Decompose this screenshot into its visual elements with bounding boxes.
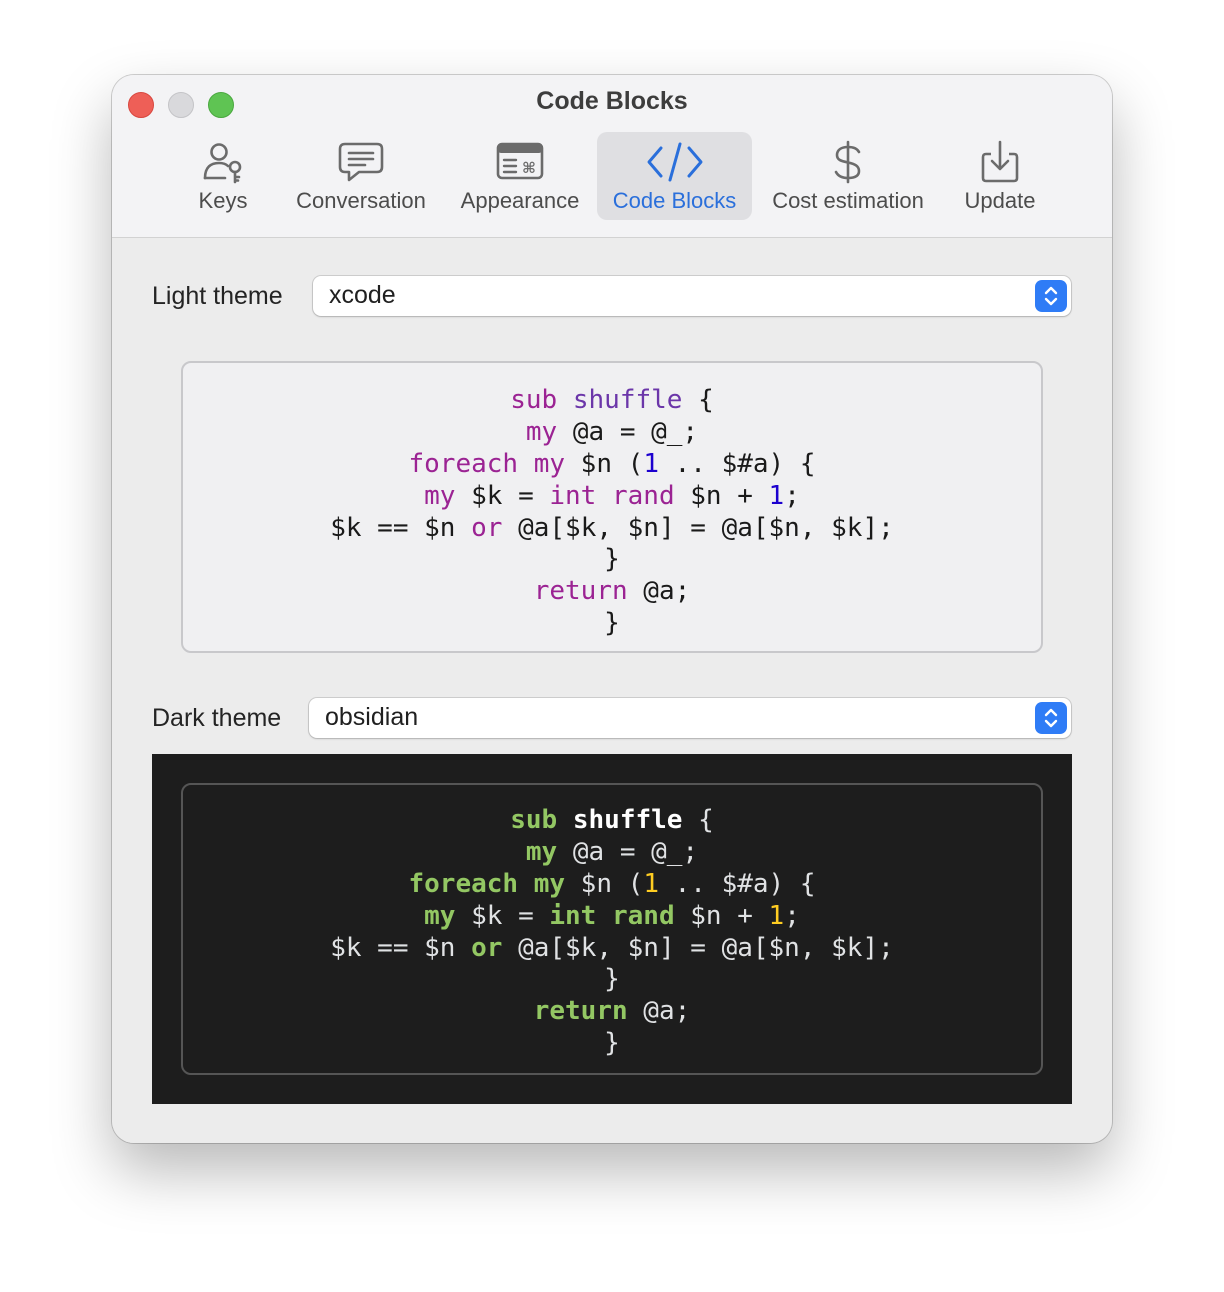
window-command-icon: ⌘ [496, 142, 544, 180]
title-bar: Code Blocks Keys Conversation ⌘ Appearan… [112, 75, 1112, 238]
tab-appearance-label: Appearance [460, 188, 580, 213]
dark-code-preview: sub shuffle { my @a = @_; foreach my $n … [181, 783, 1043, 1075]
download-tray-icon [981, 140, 1019, 183]
code-brackets-icon [647, 142, 702, 182]
dark-theme-popup[interactable]: obsidian [309, 698, 1071, 738]
tab-update-label: Update [964, 188, 1036, 213]
code-line: sub shuffle { [510, 385, 714, 415]
tab-code-blocks-label: Code Blocks [612, 188, 737, 213]
code-line: } [604, 608, 620, 638]
code-line: return @a; [533, 996, 691, 1026]
tab-keys[interactable]: Keys [188, 132, 258, 220]
dark-theme-label: Dark theme [152, 704, 282, 732]
tab-cost-estimation-label: Cost estimation [772, 188, 924, 213]
speech-bubble-icon [338, 142, 384, 182]
light-theme-label: Light theme [152, 282, 283, 310]
code-line: foreach my $n (1 .. $#a) { [408, 449, 816, 479]
light-theme-value: xcode [329, 281, 396, 309]
svg-text:⌘: ⌘ [522, 159, 536, 177]
window-title: Code Blocks [536, 87, 688, 115]
code-line: } [604, 964, 620, 994]
code-line: my $k = int rand $n + 1; [424, 481, 800, 511]
tab-conversation-label: Conversation [296, 188, 426, 213]
dark-preview-background: sub shuffle { my @a = @_; foreach my $n … [152, 754, 1072, 1104]
light-code-preview: sub shuffle { my @a = @_; foreach my $n … [181, 361, 1043, 653]
code-line: my @a = @_; [525, 837, 699, 867]
tab-cost-estimation[interactable]: Cost estimation [762, 132, 934, 220]
code-blocks-settings: Light theme xcode sub shuffle { my @a = … [112, 238, 1112, 1143]
code-line: $k == $n or @a[$k, $n] = @a[$n, $k]; [330, 513, 894, 543]
code-line: $k == $n or @a[$k, $n] = @a[$n, $k]; [330, 933, 894, 963]
code-line: my @a = @_; [525, 417, 699, 447]
tab-appearance[interactable]: ⌘ Appearance [450, 132, 590, 220]
popup-chevrons-icon [1035, 280, 1067, 312]
code-line: } [604, 1028, 620, 1058]
popup-chevrons-icon [1035, 702, 1067, 734]
preferences-window: Code Blocks Keys Conversation ⌘ Appearan… [112, 75, 1112, 1143]
code-line: sub shuffle { [510, 805, 714, 835]
tab-conversation[interactable]: Conversation [286, 132, 436, 220]
dollar-icon [834, 140, 861, 184]
tab-update[interactable]: Update [955, 132, 1045, 220]
code-line: } [604, 544, 620, 574]
code-line: foreach my $n (1 .. $#a) { [408, 869, 816, 899]
code-line: return @a; [533, 576, 691, 606]
dark-theme-value: obsidian [325, 703, 419, 731]
tab-keys-label: Keys [198, 188, 248, 213]
person-key-icon [203, 143, 242, 184]
light-theme-popup[interactable]: xcode [313, 276, 1071, 316]
code-line: my $k = int rand $n + 1; [424, 901, 800, 931]
tab-code-blocks[interactable]: Code Blocks [597, 132, 752, 220]
